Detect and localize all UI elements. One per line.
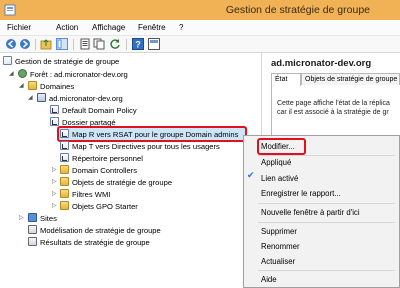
refresh-icon[interactable]: [109, 38, 121, 50]
gpo-link-icon: [50, 105, 59, 114]
annotation-highlight-box: [57, 126, 247, 142]
help-icon[interactable]: ?: [132, 38, 144, 50]
copy-icon[interactable]: [93, 38, 105, 50]
tree-item-gpo-objects[interactable]: Objets de stratégie de groupe: [60, 177, 172, 188]
ou-folder-icon: [60, 165, 69, 174]
modeling-icon: [28, 225, 37, 234]
gpmc-icon: [3, 56, 12, 65]
console-icon[interactable]: [148, 38, 160, 50]
menu-action[interactable]: Action: [56, 23, 78, 32]
tree-pane: Gestion de stratégie de groupe ◢ Forêt :…: [0, 53, 262, 288]
expand-arrow-icon[interactable]: ▷: [52, 177, 57, 188]
starter-folder-icon: [60, 201, 69, 210]
menu-item-enregistrer-rapport[interactable]: Enregistrer le rapport...: [261, 188, 341, 199]
tree-domain[interactable]: ad.micronator-dev.org: [37, 93, 123, 104]
tree-forest[interactable]: Forêt : ad.micronator-dev.org: [18, 69, 128, 80]
menu-fichier[interactable]: Fichier: [7, 23, 31, 32]
tab-gpo-objects[interactable]: Objets de stratégie de groupe: [301, 73, 400, 85]
tree-item-default-domain-policy[interactable]: Default Domain Policy: [50, 105, 137, 116]
menu-item-renommer[interactable]: Renommer: [261, 241, 300, 252]
forest-icon: [18, 69, 27, 78]
collapse-arrow-icon[interactable]: ◢: [28, 93, 33, 104]
menu-item-applique[interactable]: Appliqué: [261, 157, 291, 168]
menu-item-actualiser[interactable]: Actualiser: [261, 256, 295, 267]
details-description: Cette page affiche l'état de la réplica …: [277, 100, 390, 116]
details-title: ad.micronator-dev.org: [271, 58, 372, 69]
menu-bar: Fichier Action Affichage Fenêtre ?: [0, 20, 400, 36]
menu-item-aide[interactable]: Aide: [261, 274, 277, 285]
checkmark-icon: ✔: [247, 170, 255, 180]
domain-icon: [37, 93, 46, 102]
tree-item-gpo-starter[interactable]: Objets GPO Starter: [60, 201, 138, 212]
tree-domains[interactable]: Domaines: [28, 81, 74, 92]
gpmc-app-icon: [4, 4, 16, 16]
menu-help[interactable]: ?: [179, 23, 183, 32]
forward-icon[interactable]: [19, 38, 31, 50]
wmi-folder-icon: [60, 189, 69, 198]
menu-item-nouvelle-fenetre[interactable]: Nouvelle fenêtre à partir d'ici: [261, 207, 360, 218]
menu-fenetre[interactable]: Fenêtre: [138, 23, 166, 32]
collapse-arrow-icon[interactable]: ◢: [19, 81, 24, 92]
gpo-folder-icon: [60, 177, 69, 186]
properties-icon[interactable]: [79, 38, 91, 50]
collapse-arrow-icon[interactable]: ◢: [9, 69, 14, 80]
menu-affichage[interactable]: Affichage: [92, 23, 125, 32]
tree-results[interactable]: Résultats de stratégie de groupe: [28, 237, 150, 248]
gpo-link-icon: [60, 141, 69, 150]
menu-item-lien-active[interactable]: Lien activé: [261, 173, 298, 184]
title-bar: Gestion de stratégie de groupe: [0, 0, 400, 20]
annotation-highlight-box: [257, 138, 306, 155]
tree-item-domain-controllers[interactable]: Domain Controllers: [60, 165, 137, 176]
expand-arrow-icon[interactable]: ▷: [52, 165, 57, 176]
back-icon[interactable]: [5, 38, 17, 50]
expand-arrow-icon[interactable]: ▷: [19, 213, 24, 224]
tree-modeling[interactable]: Modélisation de stratégie de groupe: [28, 225, 161, 236]
tree-sites[interactable]: Sites: [28, 213, 57, 224]
expand-arrow-icon[interactable]: ▷: [52, 201, 57, 212]
show-tree-icon[interactable]: [56, 38, 68, 50]
up-folder-icon[interactable]: [40, 38, 52, 50]
domains-folder-icon: [28, 81, 37, 90]
window-title: Gestion de stratégie de groupe: [225, 4, 370, 16]
details-tabs: État Objets de stratégie de groupe: [271, 73, 400, 86]
sites-icon: [28, 213, 37, 222]
tree-root[interactable]: Gestion de stratégie de groupe: [3, 56, 119, 67]
gpo-link-icon: [60, 153, 69, 162]
tree-item-map-t-directives[interactable]: Map T vers Directives pour tous les usag…: [60, 141, 220, 152]
svg-text:?: ?: [135, 40, 141, 50]
context-menu: Modifier... Appliqué ✔ Lien activé Enreg…: [243, 135, 400, 288]
menu-item-supprimer[interactable]: Supprimer: [261, 226, 297, 237]
gpo-link-icon: [50, 117, 59, 126]
results-icon: [28, 237, 37, 246]
toolbar: ?: [0, 36, 400, 53]
tree-item-repertoire-personnel[interactable]: Répertoire personnel: [60, 153, 143, 164]
expand-arrow-icon[interactable]: ▷: [52, 189, 57, 200]
tree-item-wmi-filters[interactable]: Filtres WMI: [60, 189, 110, 200]
